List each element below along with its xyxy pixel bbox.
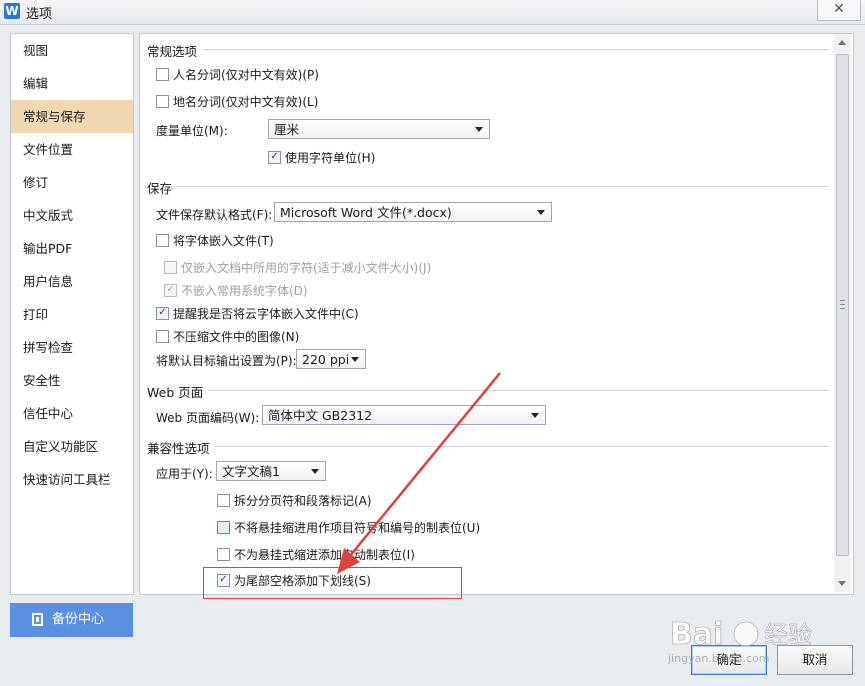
sidebar-item-print[interactable]: 打印 <box>11 298 133 331</box>
place-names-checkbox[interactable] <box>156 95 169 108</box>
sidebar-item-spelling[interactable]: 拼写检查 <box>11 331 133 364</box>
default-format-label: 文件保存默认格式(F): <box>156 208 273 222</box>
no-auto-tab-hanging-label: 不为悬挂式缩进添加自动制表位(I) <box>234 548 415 562</box>
annotation-highlight-box <box>203 567 462 599</box>
backup-center-button[interactable]: 备份中心 <box>10 603 133 637</box>
section-divider <box>177 186 829 187</box>
default-format-value: Microsoft Word 文件(*.docx) <box>280 205 452 220</box>
sidebar-item-customize-ribbon[interactable]: 自定义功能区 <box>11 430 133 463</box>
remind-cloud-fonts-checkbox[interactable]: ✓ <box>156 307 169 320</box>
close-button[interactable]: ✕ <box>817 0 861 21</box>
no-compress-checkbox[interactable] <box>156 330 169 343</box>
sidebar-item-user-info[interactable]: 用户信息 <box>11 265 133 298</box>
place-names-label: 地名分词(仅对中文有效)(L) <box>173 95 319 109</box>
title-bar: W 选项 ✕ <box>0 0 865 25</box>
unit-dropdown[interactable]: 厘米 <box>268 119 490 139</box>
apply-to-dropdown[interactable]: 文字文稿1 <box>216 461 326 481</box>
scroll-up-arrow-icon[interactable] <box>838 40 846 45</box>
sidebar-item-security[interactable]: 安全性 <box>11 364 133 397</box>
char-units-checkbox[interactable]: ✓ <box>268 151 281 164</box>
no-auto-tab-hanging-checkbox[interactable] <box>217 548 230 561</box>
chevron-down-icon <box>537 210 545 215</box>
section-title-web: Web 页面 <box>147 385 204 400</box>
sidebar-item-file-location[interactable]: 文件位置 <box>11 133 133 166</box>
apply-to-value: 文字文稿1 <box>222 464 280 479</box>
chevron-down-icon <box>531 413 539 418</box>
unit-label: 度量单位(M): <box>156 124 228 138</box>
embed-fonts-label: 将字体嵌入文件(T) <box>173 234 274 248</box>
chevron-down-icon <box>351 357 359 362</box>
no-system-fonts-checkbox[interactable]: ✓ <box>164 284 177 297</box>
section-title-compat: 兼容性选项 <box>147 441 210 456</box>
sidebar-item-general-save[interactable]: 常规与保存 <box>11 100 133 133</box>
web-encoding-value: 简体中文 GB2312 <box>268 408 373 423</box>
section-divider <box>203 49 829 50</box>
cancel-button[interactable]: 取消 <box>777 645 853 675</box>
target-output-dropdown[interactable]: 220 ppi <box>296 349 366 369</box>
target-output-value: 220 ppi <box>302 352 350 367</box>
scroll-down-arrow-icon[interactable] <box>838 581 846 586</box>
char-units-label: 使用字符单位(H) <box>285 151 376 165</box>
web-encoding-label: Web 页面编码(W): <box>156 411 260 425</box>
wps-writer-icon: W <box>4 3 20 19</box>
apply-to-label: 应用于(Y): <box>156 467 213 481</box>
embed-used-only-checkbox[interactable] <box>164 261 177 274</box>
scrollbar-thumb[interactable] <box>836 54 849 556</box>
backup-center-label: 备份中心 <box>52 612 105 627</box>
sidebar-item-revision[interactable]: 修订 <box>11 166 133 199</box>
split-page-break-checkbox[interactable] <box>217 494 230 507</box>
sidebar-item-view[interactable]: 视图 <box>11 34 133 67</box>
sidebar-item-quick-access[interactable]: 快速访问工具栏 <box>11 463 133 496</box>
settings-scrollbar[interactable] <box>834 34 851 592</box>
section-title-save: 保存 <box>147 181 173 196</box>
split-page-break-label: 拆分分页符和段落标记(A) <box>234 494 372 508</box>
no-compress-label: 不压缩文件中的图像(N) <box>173 330 300 344</box>
window-title: 选项 <box>26 7 53 22</box>
person-names-checkbox[interactable] <box>156 68 169 81</box>
category-sidebar: 视图 编辑 常规与保存 文件位置 修订 中文版式 输出PDF 用户信息 打印 拼… <box>10 33 134 595</box>
person-names-label: 人名分词(仅对中文有效)(P) <box>173 68 319 82</box>
sidebar-item-edit[interactable]: 编辑 <box>11 67 133 100</box>
section-divider <box>214 446 829 447</box>
target-output-label: 将默认目标输出设置为(P): <box>156 354 297 368</box>
unit-dropdown-value: 厘米 <box>274 122 300 137</box>
embed-fonts-checkbox[interactable] <box>156 234 169 247</box>
default-format-dropdown[interactable]: Microsoft Word 文件(*.docx) <box>274 202 552 222</box>
web-encoding-dropdown[interactable]: 简体中文 GB2312 <box>262 405 546 425</box>
remind-cloud-fonts-label: 提醒我是否将云字体嵌入文件中(C) <box>173 307 359 321</box>
no-system-fonts-label: 不嵌入常用系统字体(D) <box>181 284 308 298</box>
grip-icon <box>840 300 845 309</box>
backup-icon <box>32 613 43 626</box>
sidebar-item-chinese-layout[interactable]: 中文版式 <box>11 199 133 232</box>
settings-panel: 常规选项 人名分词(仅对中文有效)(P) 地名分词(仅对中文有效)(L) 度量单… <box>139 33 854 595</box>
sidebar-item-trust-center[interactable]: 信任中心 <box>11 397 133 430</box>
chevron-down-icon <box>475 127 483 132</box>
embed-used-only-label: 仅嵌入文档中所用的字符(适于减小文件大小)(J) <box>181 261 432 275</box>
sidebar-item-export-pdf[interactable]: 输出PDF <box>11 232 133 265</box>
ok-button[interactable]: 确定 <box>691 645 767 675</box>
chevron-down-icon <box>311 469 319 474</box>
no-hanging-indent-tab-checkbox[interactable] <box>217 521 230 534</box>
no-hanging-indent-tab-label: 不将悬挂缩进用作项目符号和编号的制表位(U) <box>234 521 481 535</box>
section-divider <box>208 390 829 391</box>
section-title-general: 常规选项 <box>147 44 198 59</box>
